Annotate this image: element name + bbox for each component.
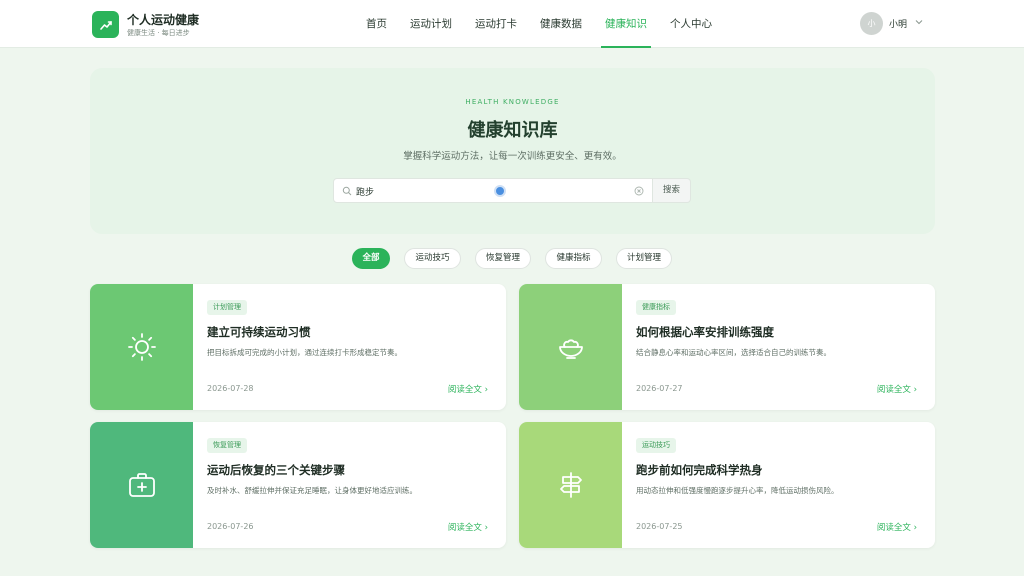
search-icon: [342, 186, 352, 196]
article-card[interactable]: 计划管理 建立可持续运动习惯 把目标拆成可完成的小计划，通过连续打卡形成稳定节奏…: [90, 284, 506, 410]
card-title[interactable]: 建立可持续运动习惯: [207, 324, 311, 340]
card-title[interactable]: 运动后恢复的三个关键步骤: [207, 462, 345, 478]
read-more-link[interactable]: 阅读全文 ›: [877, 521, 917, 533]
filter-chip-planning[interactable]: 计划管理: [616, 248, 672, 269]
card-tag: 计划管理: [207, 300, 247, 315]
article-card[interactable]: 运动技巧 跑步前如何完成科学热身 用动态拉伸和低强度慢跑逐步提升心率，降低运动损…: [519, 422, 935, 548]
chevron-right-icon: ›: [913, 385, 917, 395]
card-title[interactable]: 如何根据心率安排训练强度: [636, 324, 774, 340]
read-more-label: 阅读全文: [447, 385, 482, 395]
card-description: 及时补水、舒缓拉伸并保证充足睡眠，让身体更好地适应训练。: [207, 486, 417, 495]
chevron-right-icon: ›: [913, 523, 917, 533]
hero-description: 掌握科学运动方法，让每一次训练更安全、更有效。: [403, 151, 622, 162]
read-more-label: 阅读全文: [876, 523, 911, 533]
clear-icon[interactable]: [634, 186, 644, 196]
card-date: 2026-07-25: [636, 522, 683, 531]
filter-chip-recovery[interactable]: 恢复管理: [475, 248, 531, 269]
nav-item-exercise-plan[interactable]: 运动计划: [404, 0, 458, 48]
read-more-label: 阅读全文: [876, 385, 911, 395]
card-tag: 恢复管理: [207, 438, 247, 453]
nav-item-health-data[interactable]: 健康数据: [534, 0, 588, 48]
filter-chip-technique[interactable]: 运动技巧: [404, 248, 461, 269]
read-more-link[interactable]: 阅读全文 ›: [448, 521, 488, 533]
sun-icon: [127, 333, 156, 361]
top-header: 个人运动健康 健康生活 · 每日进步 首页 运动计划 运动打卡 健康数据 健康知…: [0, 0, 1024, 48]
brand-title[interactable]: 个人运动健康: [127, 11, 199, 28]
search-input[interactable]: [356, 183, 626, 199]
cursor-dot-icon: [494, 185, 506, 197]
nav-item-home[interactable]: 首页: [360, 0, 393, 48]
brand-subtitle: 健康生活 · 每日进步: [127, 29, 190, 37]
card-date: 2026-07-26: [207, 522, 254, 531]
search-button[interactable]: 搜索: [653, 178, 691, 203]
card-date: 2026-07-27: [636, 384, 683, 393]
chevron-down-icon[interactable]: [914, 17, 924, 27]
chevron-right-icon: ›: [484, 523, 488, 533]
first-aid-kit-icon: [128, 473, 155, 497]
card-tag: 运动技巧: [636, 438, 676, 453]
article-card[interactable]: 健康指标 如何根据心率安排训练强度 结合静息心率和运动心率区间，选择适合自己的训…: [519, 284, 935, 410]
avatar[interactable]: 小: [860, 12, 883, 35]
nav-item-profile[interactable]: 个人中心: [664, 0, 718, 48]
nav-item-checkin[interactable]: 运动打卡: [469, 0, 523, 48]
card-cover: [519, 284, 622, 410]
page-title: 健康知识库: [467, 120, 558, 141]
main-nav: 首页 运动计划 运动打卡 健康数据 健康知识 个人中心: [360, 0, 729, 48]
signpost-icon: [559, 472, 582, 498]
card-title[interactable]: 跑步前如何完成科学热身: [636, 462, 763, 478]
bowl-icon: [558, 339, 583, 359]
category-filters: 全部 运动技巧 恢复管理 健康指标 计划管理: [0, 248, 1024, 269]
nav-item-health-knowledge[interactable]: 健康知识: [599, 0, 653, 48]
card-description: 结合静息心率和运动心率区间，选择适合自己的训练节奏。: [636, 348, 831, 357]
card-description: 把目标拆成可完成的小计划，通过连续打卡形成稳定节奏。: [207, 348, 402, 357]
read-more-link[interactable]: 阅读全文 ›: [877, 383, 917, 395]
card-tag: 健康指标: [636, 300, 676, 315]
hero-section: HEALTH KNOWLEDGE 健康知识库 掌握科学运动方法，让每一次训练更安…: [90, 68, 935, 234]
card-cover: [90, 422, 193, 548]
card-cover: [519, 422, 622, 548]
filter-chip-all[interactable]: 全部: [352, 248, 390, 269]
chevron-right-icon: ›: [484, 385, 488, 395]
user-name[interactable]: 小明: [889, 17, 907, 30]
card-description: 用动态拉伸和低强度慢跑逐步提升心率，降低运动损伤风险。: [636, 486, 839, 495]
search-box[interactable]: [333, 178, 653, 203]
hero-eyebrow: HEALTH KNOWLEDGE: [465, 98, 560, 106]
article-card[interactable]: 恢复管理 运动后恢复的三个关键步骤 及时补水、舒缓拉伸并保证充足睡眠，让身体更好…: [90, 422, 506, 548]
read-more-link[interactable]: 阅读全文 ›: [448, 383, 488, 395]
logo-chart-icon[interactable]: [92, 11, 119, 38]
card-cover: [90, 284, 193, 410]
filter-chip-indicators[interactable]: 健康指标: [545, 248, 602, 269]
card-date: 2026-07-28: [207, 384, 254, 393]
read-more-label: 阅读全文: [447, 523, 482, 533]
